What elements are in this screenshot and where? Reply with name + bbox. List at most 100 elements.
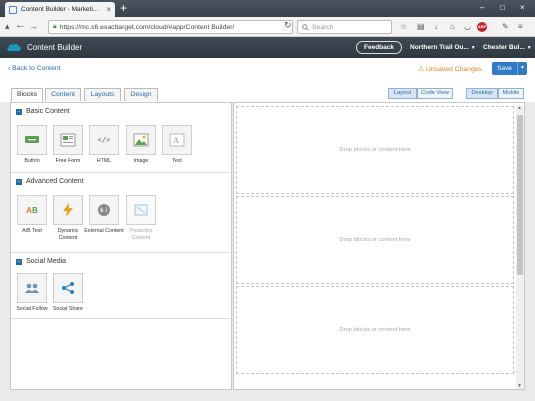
app-header: Content Builder Feedback Northern Trail …: [0, 37, 535, 58]
predictive-content-block: Predictive Content: [126, 195, 156, 242]
text-icon: A: [162, 125, 192, 155]
block-label: Button: [24, 158, 40, 164]
drop-zone[interactable]: Drop blocks or content here: [236, 106, 514, 194]
layout-view-button[interactable]: Layout: [388, 88, 417, 99]
menu-icon[interactable]: ≡: [518, 22, 523, 32]
app-title: Content Builder: [27, 43, 83, 52]
browser-titlebar: Content Builder - Marketi... × + – □ ×: [0, 0, 535, 17]
block-label: HTML: [96, 158, 112, 164]
dynamic-content-block[interactable]: Dynamic Content: [53, 195, 83, 242]
scrollbar-thumb[interactable]: [517, 115, 523, 275]
basic-content-header[interactable]: − Basic Content: [16, 108, 70, 115]
star-icon[interactable]: ☆: [400, 22, 407, 32]
mobile-preview-button[interactable]: Mobile: [498, 88, 524, 99]
back-to-content-link[interactable]: ‹ Back to Content: [8, 65, 61, 72]
block-label: Social Follow: [16, 306, 48, 312]
window-close-icon[interactable]: ×: [520, 3, 525, 12]
search-icon: [302, 23, 309, 31]
unsaved-changes-indicator: ⚠ Unsaved Changes: [418, 66, 482, 73]
block-label: Text: [172, 158, 182, 164]
url-text: https://mc.s6.exacttarget.com/cloud/#app…: [59, 23, 235, 31]
user-name: Chester Bul...: [483, 44, 525, 51]
user-menu[interactable]: Chester Bul... ▼: [483, 44, 532, 51]
scroll-down-icon[interactable]: ▼: [517, 383, 522, 389]
svg-text:A: A: [173, 136, 179, 145]
browser-navbar: ▴ ← → 🔒︎ https://mc.s6.exacttarget.com/c…: [0, 17, 535, 37]
browser-tab[interactable]: Content Builder - Marketi... ×: [5, 2, 115, 17]
business-unit-label: Northern Trail Ou...: [410, 44, 469, 51]
reading-list-icon[interactable]: ▤: [417, 22, 425, 32]
image-block[interactable]: Image: [126, 125, 156, 165]
canvas-scrollbar[interactable]: ▲ ▼: [516, 105, 524, 389]
social-media-header[interactable]: − Social Media: [16, 258, 66, 265]
download-icon[interactable]: ↓: [434, 22, 438, 32]
unsaved-label: Unsaved Changes: [425, 66, 482, 73]
block-label: Predictive Content: [129, 228, 153, 241]
advanced-content-header[interactable]: − Advanced Content: [16, 178, 84, 185]
ab-test-block[interactable]: AB A/B Test: [17, 195, 47, 235]
chevron-down-icon: ▼: [526, 45, 532, 51]
tab-blocks[interactable]: Blocks: [11, 88, 43, 102]
predictive-content-icon: [126, 195, 156, 225]
ab-test-icon: AB: [17, 195, 47, 225]
collapse-icon: −: [16, 258, 22, 265]
back-label: Back to Content: [12, 65, 61, 72]
feedback-button[interactable]: Feedback: [356, 41, 402, 54]
browser-search-input[interactable]: Search: [297, 20, 392, 34]
close-tab-icon[interactable]: ×: [106, 5, 111, 14]
scroll-up-icon[interactable]: ▲: [517, 105, 522, 111]
url-bar[interactable]: 🔒︎ https://mc.s6.exacttarget.com/cloud/#…: [48, 20, 293, 34]
back-arrow-icon[interactable]: ←: [15, 20, 26, 31]
home-icon[interactable]: ⌂: [450, 22, 455, 32]
page-favicon-icon: [9, 5, 17, 14]
section-title: Social Media: [26, 258, 67, 265]
section-title: Basic Content: [26, 108, 70, 115]
button-block[interactable]: Button: [17, 125, 47, 165]
drop-zone[interactable]: Drop blocks or content here: [236, 196, 514, 284]
html-block[interactable]: </> HTML: [89, 125, 119, 165]
social-share-block[interactable]: Social Share: [53, 273, 83, 313]
code-view-button[interactable]: Code View: [417, 88, 453, 99]
tab-content[interactable]: Content: [45, 88, 81, 101]
social-follow-block[interactable]: Social Follow: [16, 273, 48, 313]
basic-content-section: − Basic Content Button Free Form </> HTM…: [11, 103, 231, 173]
save-dropdown-icon[interactable]: ▼: [517, 62, 527, 75]
social-follow-icon: [17, 273, 47, 303]
lock-icon: 🔒︎: [53, 23, 57, 30]
tab-design[interactable]: Design: [124, 88, 158, 101]
minimize-icon[interactable]: –: [480, 3, 484, 12]
desktop-preview-button[interactable]: Desktop: [466, 88, 498, 99]
share-icon: [53, 273, 83, 303]
blocks-panel: − Basic Content Button Free Form </> HTM…: [10, 102, 232, 390]
extension-icon[interactable]: ✎: [502, 22, 509, 32]
editor-toolbar: ‹ Back to Content ⚠ Unsaved Changes Save…: [0, 58, 535, 82]
new-tab-icon[interactable]: +: [120, 2, 127, 14]
advanced-content-section: − Advanced Content AB A/B Test Dynamic C…: [11, 173, 231, 253]
reload-icon[interactable]: ↻: [284, 20, 292, 31]
email-canvas: Drop blocks or content here Drop blocks …: [233, 102, 525, 390]
collapse-icon: −: [16, 108, 22, 115]
block-label: A/B Test: [22, 228, 42, 234]
pocket-icon[interactable]: ◡: [464, 22, 471, 32]
image-icon: [126, 125, 156, 155]
section-title: Advanced Content: [26, 178, 84, 185]
adblock-icon[interactable]: ABP: [477, 22, 487, 32]
social-media-section: − Social Media Social Follow Social Shar…: [11, 253, 231, 319]
text-block[interactable]: A Text: [162, 125, 192, 165]
drop-zone[interactable]: Drop blocks or content here: [236, 286, 514, 374]
block-label: Social Share: [52, 306, 84, 312]
external-content-block[interactable]: External Content: [84, 195, 124, 235]
tab-list-icon[interactable]: ▴: [5, 21, 10, 32]
maximize-icon[interactable]: □: [500, 3, 505, 12]
globe-icon: [89, 195, 119, 225]
editor-tabs-row: Blocks Content Layouts Design Layout Cod…: [0, 82, 535, 102]
block-label: Free Form: [55, 158, 81, 164]
business-unit-selector[interactable]: Northern Trail Ou... ▼: [410, 44, 476, 51]
forward-arrow-icon[interactable]: →: [29, 21, 38, 32]
free-form-block[interactable]: Free Form: [53, 125, 83, 165]
salesforce-cloud-icon: [7, 43, 21, 51]
block-label: Image: [133, 158, 149, 164]
free-form-icon: [53, 125, 83, 155]
save-button[interactable]: Save ▼: [492, 62, 527, 75]
tab-layouts[interactable]: Layouts: [84, 88, 121, 101]
